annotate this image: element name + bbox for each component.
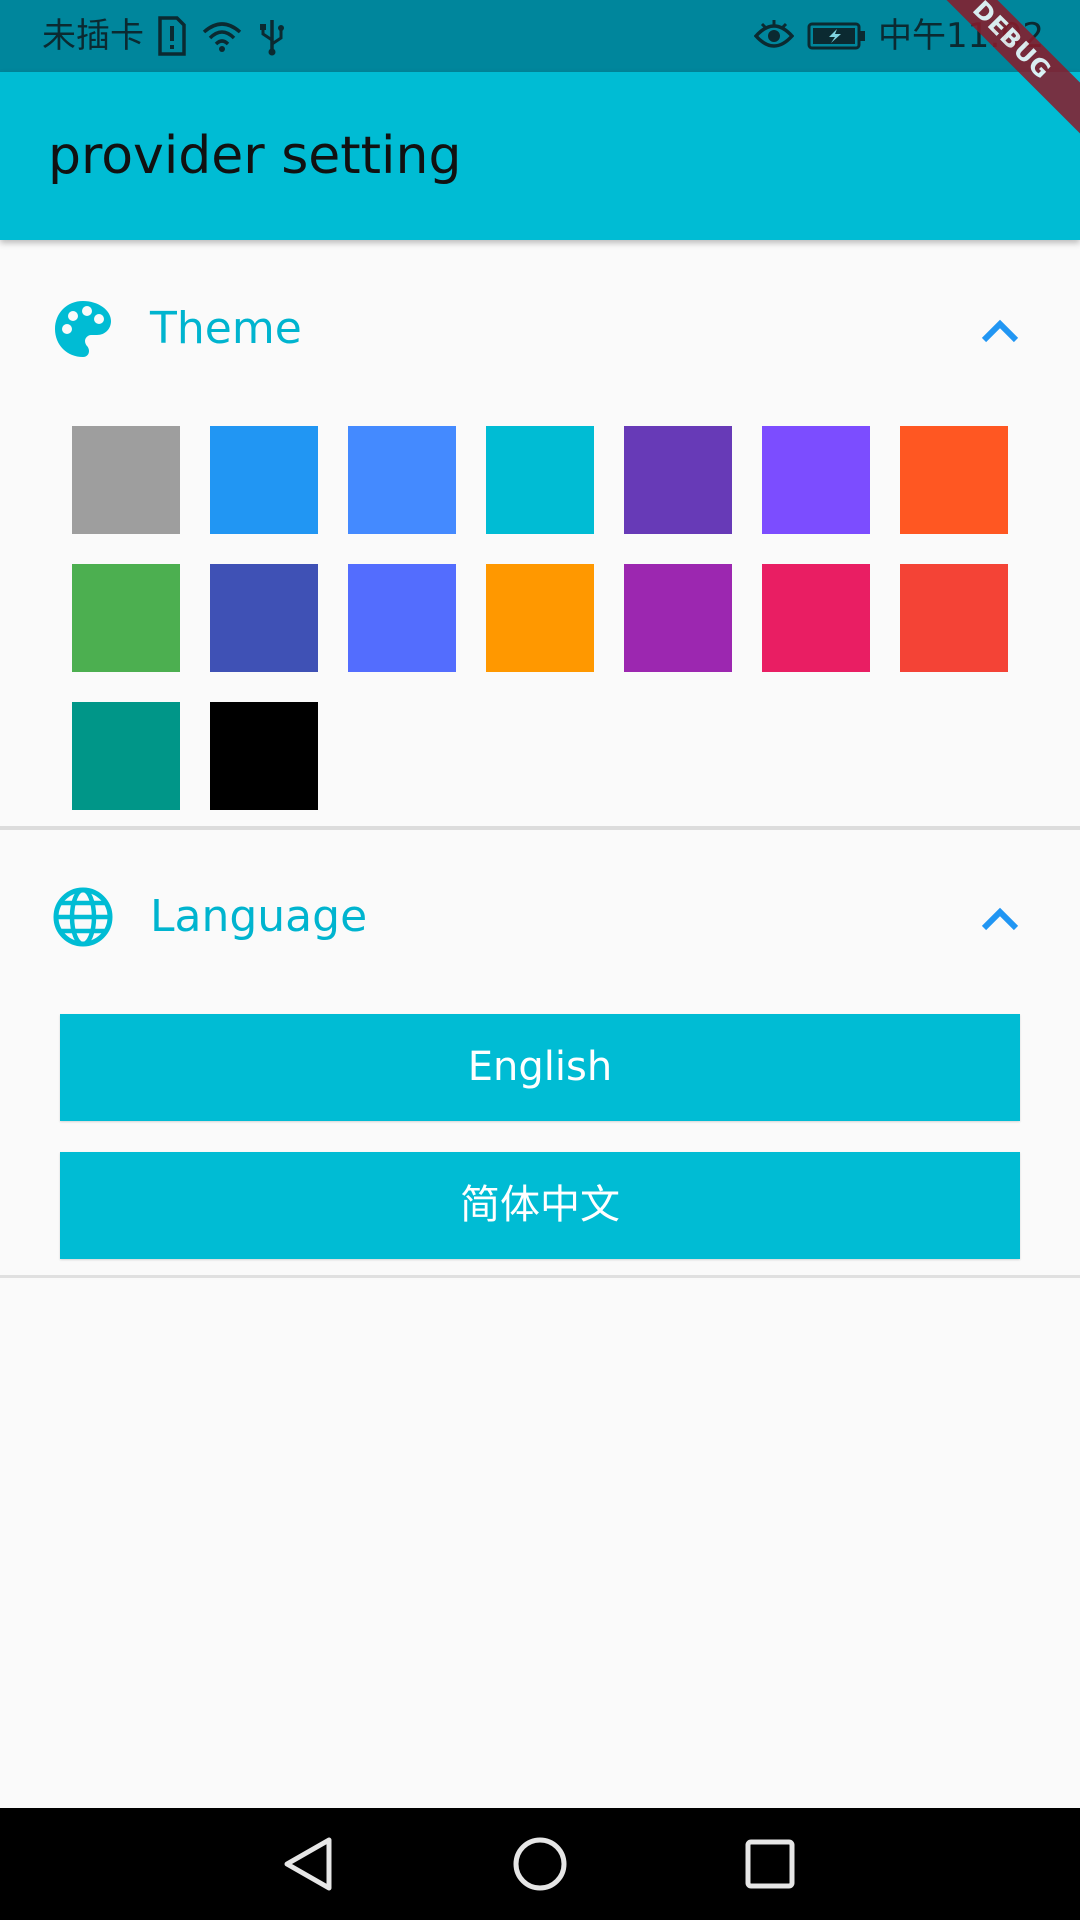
theme-section-title: Theme [150,303,302,354]
theme-section-header[interactable]: Theme [0,258,1080,398]
theme-color-swatch[interactable] [624,426,732,534]
theme-color-swatch[interactable] [900,426,1008,534]
status-bar: 未插卡 中午11:02 [0,0,1080,72]
section-divider [0,826,1080,830]
theme-color-swatch[interactable] [900,564,1008,672]
theme-color-swatch[interactable] [348,426,456,534]
home-icon[interactable] [508,1832,572,1896]
theme-color-swatch[interactable] [210,426,318,534]
language-section-header[interactable]: Language [0,846,1080,986]
language-section-title: Language [150,891,368,942]
chevron-up-icon[interactable] [976,310,1024,350]
app-bar: provider setting [0,72,1080,240]
theme-color-swatch[interactable] [486,426,594,534]
simplified-chinese-button[interactable]: 简体中文 [60,1152,1020,1259]
section-divider [0,1275,1080,1278]
system-nav-bar [0,1808,1080,1920]
battery-charging-icon [806,14,868,58]
theme-color-swatch[interactable] [72,426,180,534]
back-icon[interactable] [277,1832,341,1896]
theme-color-swatch[interactable] [762,564,870,672]
status-left: 未插卡 [42,14,294,58]
eye-icon [752,14,796,58]
sim-alert-icon [150,14,194,58]
theme-color-swatch[interactable] [762,426,870,534]
wifi-icon [200,14,244,58]
theme-color-swatch[interactable] [486,564,594,672]
palette-icon [52,298,114,360]
carrier-text: 未插卡 [42,16,144,56]
usb-icon [250,14,294,58]
english-button[interactable]: English [60,1014,1020,1121]
theme-color-swatch[interactable] [72,564,180,672]
theme-color-swatch[interactable] [624,564,732,672]
theme-color-swatch[interactable] [210,564,318,672]
recents-icon[interactable] [738,1832,802,1896]
theme-color-swatch[interactable] [348,564,456,672]
globe-icon [52,886,114,948]
page-title: provider setting [48,126,462,186]
theme-color-swatch[interactable] [72,702,180,810]
chevron-up-icon[interactable] [976,898,1024,938]
theme-color-swatch[interactable] [210,702,318,810]
